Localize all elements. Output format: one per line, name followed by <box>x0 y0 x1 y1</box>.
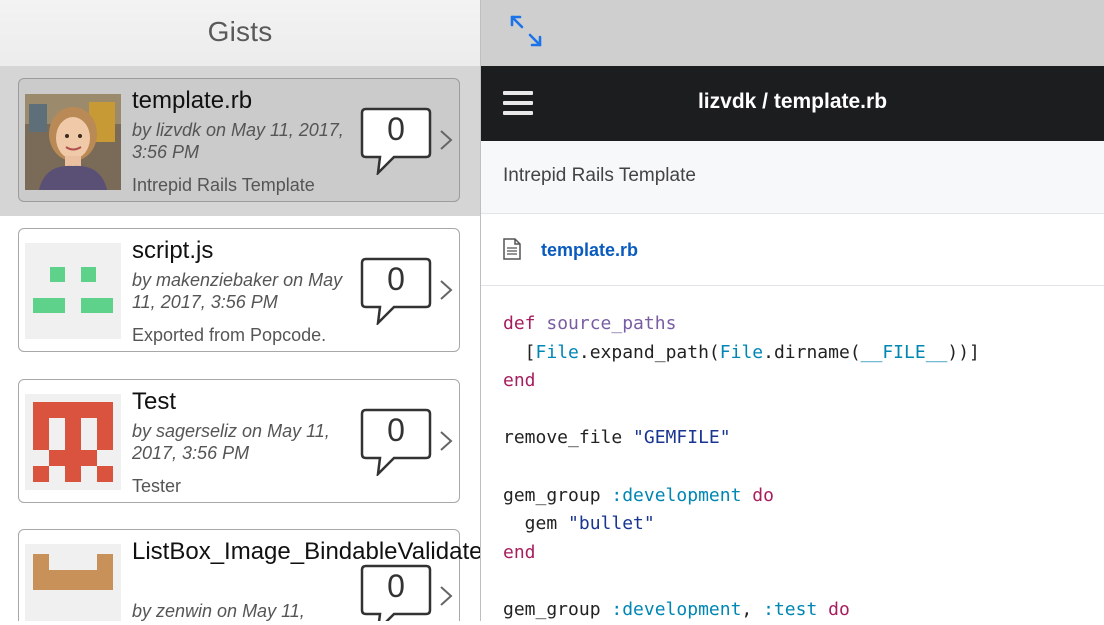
file-document-icon <box>503 238 521 260</box>
gist-description: Tester <box>132 476 182 496</box>
comment-bubble: 0 <box>360 408 432 478</box>
avatar <box>25 544 121 621</box>
gists-header: Gists <box>0 0 480 67</box>
detail-toolbar <box>481 0 1104 66</box>
gist-meta: by sagerseliz on May 11, 2017, 3:56 PM <box>132 421 330 463</box>
comment-count: 0 <box>387 412 405 448</box>
comment-count: 0 <box>387 111 405 147</box>
code-line: end <box>503 541 536 563</box>
code-line: def source_paths <box>503 313 677 334</box>
chevron-right-icon <box>440 280 453 300</box>
gist-title: template.rb <box>132 87 253 114</box>
comment-count: 0 <box>387 261 405 297</box>
code-line: end <box>503 370 536 392</box>
gist-meta: by zenwin on May 11, <box>132 601 305 621</box>
file-name-link[interactable]: template.rb <box>541 240 638 261</box>
gists-title: Gists <box>207 16 273 47</box>
gist-title: script.js <box>132 237 214 264</box>
gist-card-test[interactable]: Test by sagerseliz on May 11, 2017, 3:56… <box>18 379 460 503</box>
gists-pane: Gists template.rb by lizvdk on May 11, 2… <box>0 0 480 621</box>
gist-description-text: Intrepid Rails Template <box>503 165 696 186</box>
gist-title: ListBox_Image_BindableValidateE… <box>132 538 480 565</box>
expand-arrows-icon[interactable] <box>509 14 543 48</box>
gist-description: Exported from Popcode. <box>132 325 327 345</box>
comment-bubble: 0 <box>360 257 432 327</box>
photo-avatar-icon <box>25 94 121 190</box>
chevron-right-icon <box>440 130 453 150</box>
code-line: gem "bullet" <box>503 513 655 535</box>
gist-card-listbox[interactable]: ListBox_Image_BindableValidateE… by zenw… <box>18 529 480 621</box>
gist-description-row: Intrepid Rails Template <box>481 141 1104 214</box>
avatar <box>25 243 121 339</box>
identicon-red-icon <box>25 394 121 490</box>
avatar <box>25 394 121 490</box>
gist-description: Intrepid Rails Template <box>132 175 315 195</box>
chevron-right-icon <box>440 431 453 451</box>
page-title: lizvdk / template.rb <box>697 90 888 113</box>
gist-title: Test <box>132 388 177 415</box>
comment-bubble: 0 <box>360 564 432 621</box>
file-header: template.rb <box>481 214 1104 286</box>
gist-meta: by makenziebaker on May 11, 2017, 3:56 P… <box>132 270 343 312</box>
chevron-right-icon <box>440 586 453 606</box>
code-line: remove_file "GEMFILE" <box>503 427 731 449</box>
gist-meta: by lizvdk on May 11, 2017, 3:56 PM <box>132 120 344 162</box>
identicon-green-icon <box>25 243 121 339</box>
identicon-tan-icon <box>25 544 121 621</box>
code-line: gem_group :development, :test do <box>503 598 850 620</box>
avatar <box>25 94 121 190</box>
detail-navbar: lizvdk / template.rb <box>481 66 1104 141</box>
code-line: gem_group :development do <box>503 484 774 506</box>
code-line: [File.expand_path(File.dirname(__FILE__)… <box>503 341 980 363</box>
comment-bubble: 0 <box>360 107 432 177</box>
code-block: def source_paths [File.expand_path(File.… <box>503 310 1093 625</box>
gist-card-script-js[interactable]: script.js by makenziebaker on May 11, 20… <box>18 228 460 352</box>
gist-card-template-rb[interactable]: template.rb by lizvdk on May 11, 2017, 3… <box>18 78 460 202</box>
comment-count: 0 <box>387 568 405 604</box>
